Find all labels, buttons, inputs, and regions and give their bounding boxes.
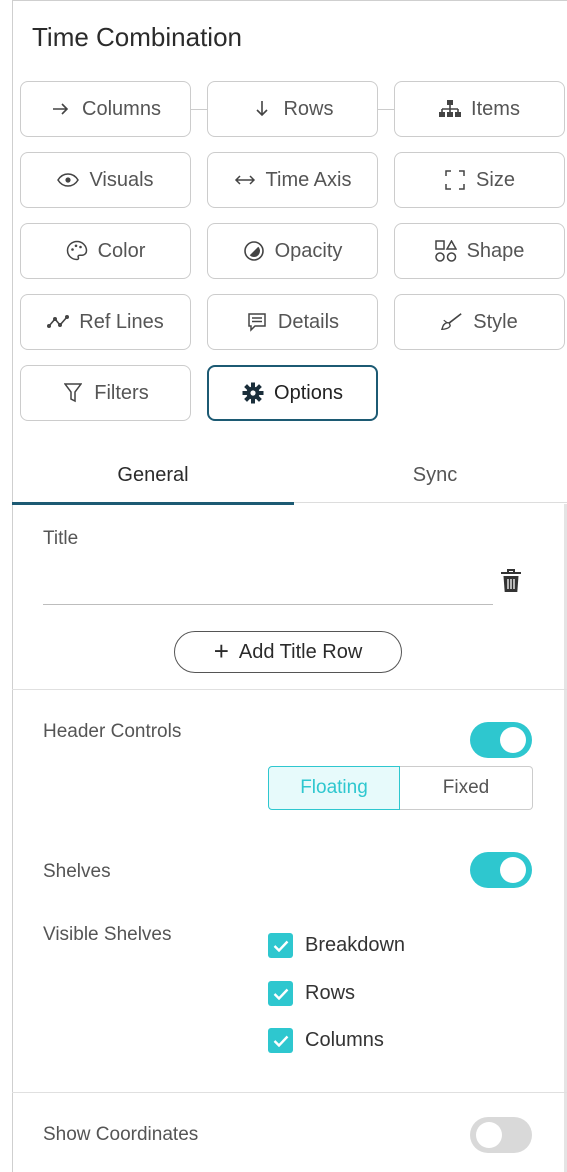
- ref-lines-label: Ref Lines: [79, 310, 164, 333]
- columns-button[interactable]: Columns: [20, 81, 191, 137]
- checkmark-icon: [268, 981, 293, 1006]
- checkmark-icon: [268, 933, 293, 958]
- comment-icon: [246, 311, 268, 333]
- items-button[interactable]: Items: [394, 81, 565, 137]
- title-label: Title: [43, 528, 79, 549]
- tab-sync-label: Sync: [412, 464, 458, 486]
- trash-icon[interactable]: [500, 568, 522, 594]
- breakdown-checkbox[interactable]: Breakdown: [268, 933, 405, 958]
- rows-label: Rows: [283, 97, 334, 120]
- eye-icon: [57, 169, 80, 191]
- shapes-icon: [434, 240, 457, 262]
- rows-checkbox[interactable]: Rows: [268, 981, 355, 1006]
- visuals-button[interactable]: Visuals: [20, 152, 191, 208]
- header-controls-toggle[interactable]: [470, 722, 532, 758]
- opacity-icon: [243, 240, 265, 262]
- show-coordinates-toggle[interactable]: [470, 1117, 532, 1153]
- tab-general[interactable]: General: [12, 448, 294, 505]
- horizontal-arrows-icon: [234, 169, 256, 191]
- options-label: Options: [274, 381, 343, 404]
- time-axis-label: Time Axis: [265, 168, 352, 191]
- details-button[interactable]: Details: [207, 294, 378, 350]
- shape-label: Shape: [466, 239, 525, 262]
- tab-bar: General Sync: [12, 448, 567, 505]
- palette-icon: [66, 240, 88, 262]
- toggle-knob: [500, 727, 526, 753]
- divider: [12, 1092, 567, 1093]
- rows-button[interactable]: Rows: [207, 81, 378, 137]
- shape-button[interactable]: Shape: [394, 223, 565, 279]
- shelves-toggle[interactable]: [470, 852, 532, 888]
- hierarchy-icon: [439, 98, 462, 120]
- opacity-button[interactable]: Opacity: [207, 223, 378, 279]
- columns-checkbox[interactable]: Columns: [268, 1028, 384, 1053]
- arrow-down-icon: [251, 98, 273, 120]
- header-controls-label: Header Controls: [43, 721, 182, 742]
- add-title-row-button[interactable]: + Add Title Row: [174, 631, 402, 673]
- shelves-label: Shelves: [43, 861, 111, 882]
- size-button[interactable]: Size: [394, 152, 565, 208]
- columns-shelf-label: Columns: [305, 1029, 384, 1051]
- visible-shelves-label: Visible Shelves: [43, 924, 172, 945]
- ref-lines-button[interactable]: Ref Lines: [20, 294, 191, 350]
- gear-icon: [242, 382, 264, 404]
- add-title-row-label: Add Title Row: [238, 640, 363, 663]
- details-label: Details: [277, 310, 340, 333]
- visuals-label: Visuals: [89, 168, 154, 191]
- toggle-knob: [500, 857, 526, 883]
- fixed-option[interactable]: Fixed: [400, 766, 533, 810]
- style-label: Style: [473, 310, 518, 333]
- size-corners-icon: [444, 169, 466, 191]
- options-button[interactable]: Options: [207, 365, 378, 421]
- brush-icon: [441, 311, 463, 333]
- time-axis-button[interactable]: Time Axis: [207, 152, 378, 208]
- tab-general-label: General: [117, 464, 189, 486]
- items-label: Items: [471, 97, 520, 120]
- title-input[interactable]: [43, 570, 493, 602]
- connector: [378, 109, 394, 110]
- plus-icon: +: [213, 636, 229, 666]
- header-controls-mode: Floating Fixed: [268, 766, 533, 810]
- toggle-knob: [476, 1122, 502, 1148]
- divider: [12, 689, 567, 690]
- panel-title: Time Combination: [32, 22, 243, 52]
- floating-option[interactable]: Floating: [268, 766, 400, 810]
- title-input-underline: [43, 604, 493, 605]
- style-button[interactable]: Style: [394, 294, 565, 350]
- rows-shelf-label: Rows: [305, 982, 356, 1004]
- breakdown-label: Breakdown: [305, 934, 406, 956]
- show-coordinates-label: Show Coordinates: [43, 1124, 199, 1145]
- checkmark-icon: [268, 1028, 293, 1053]
- columns-label: Columns: [82, 97, 161, 120]
- tab-sync[interactable]: Sync: [294, 448, 567, 503]
- filter-icon: [62, 382, 84, 404]
- filters-label: Filters: [94, 381, 149, 404]
- arrow-right-icon: [50, 98, 72, 120]
- color-label: Color: [97, 239, 146, 262]
- size-label: Size: [476, 168, 515, 191]
- line-chart-icon: [47, 311, 70, 333]
- filters-button[interactable]: Filters: [20, 365, 191, 421]
- connector: [191, 109, 207, 110]
- opacity-label: Opacity: [274, 239, 343, 262]
- color-button[interactable]: Color: [20, 223, 191, 279]
